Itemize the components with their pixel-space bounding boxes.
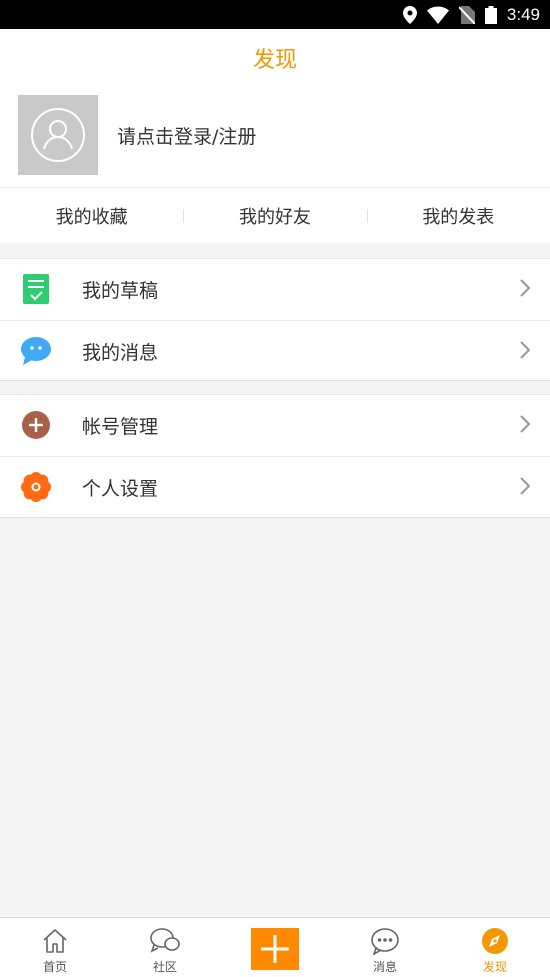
plus-icon <box>261 935 289 963</box>
settings-flower-icon <box>21 472 51 502</box>
avatar[interactable] <box>18 95 98 175</box>
tab-discover[interactable]: 发现 <box>440 918 550 977</box>
location-icon <box>402 5 417 24</box>
status-bar: 3:49 <box>0 0 550 29</box>
message-bubble-icon <box>21 336 51 366</box>
menu-item-label: 帐号管理 <box>82 416 159 438</box>
tab-messages[interactable]: 消息 <box>330 918 440 977</box>
tab-label: 社区 <box>152 960 177 974</box>
plus-button[interactable] <box>251 928 299 970</box>
tab-publish[interactable] <box>220 918 330 977</box>
login-register-link[interactable]: 请点击登录/注册 <box>117 122 256 149</box>
battery-icon <box>484 5 497 24</box>
menu-group-2: 帐号管理 个人设置 <box>0 394 550 518</box>
shortcut-favorites[interactable]: 我的收藏 <box>0 188 183 243</box>
menu-item-label: 我的消息 <box>82 341 159 364</box>
tab-community[interactable]: 社区 <box>110 918 220 977</box>
tab-home[interactable]: 首页 <box>0 918 110 977</box>
account-plus-icon <box>21 410 51 440</box>
menu-item-account[interactable]: 帐号管理 <box>0 395 550 456</box>
user-avatar-icon <box>31 108 85 162</box>
compass-icon <box>481 926 509 956</box>
page-title: 发现 <box>252 47 297 73</box>
menu-item-drafts[interactable]: 我的草稿 <box>0 259 550 320</box>
chevron-right-icon <box>520 415 531 437</box>
community-icon <box>149 926 181 956</box>
shortcut-posts[interactable]: 我的发表 <box>366 188 550 243</box>
wifi-icon <box>426 6 449 24</box>
shortcut-bar: 我的收藏 我的好友 我的发表 <box>0 188 550 243</box>
menu-item-label: 个人设置 <box>82 477 159 500</box>
tab-label: 消息 <box>372 960 397 974</box>
menu-item-messages[interactable]: 我的消息 <box>0 320 550 381</box>
chat-icon <box>370 926 400 956</box>
tab-label: 发现 <box>482 960 507 974</box>
tab-label: 首页 <box>42 960 67 974</box>
login-profile-row[interactable]: 请点击登录/注册 <box>0 86 550 188</box>
draft-icon <box>21 274 51 304</box>
bottom-tab-bar: 首页 社区 消息 发现 <box>0 917 550 977</box>
title-bar: 发现 <box>0 29 550 86</box>
menu-group-1: 我的草稿 我的消息 <box>0 258 550 381</box>
menu-item-settings[interactable]: 个人设置 <box>0 456 550 517</box>
status-time: 3:49 <box>506 4 540 24</box>
chevron-right-icon <box>520 279 531 301</box>
shortcut-friends[interactable]: 我的好友 <box>183 188 366 243</box>
chevron-right-icon <box>520 341 531 363</box>
menu-item-label: 我的草稿 <box>82 280 159 302</box>
chevron-right-icon <box>520 477 531 499</box>
no-sim-icon <box>458 5 475 24</box>
home-icon <box>41 926 69 956</box>
